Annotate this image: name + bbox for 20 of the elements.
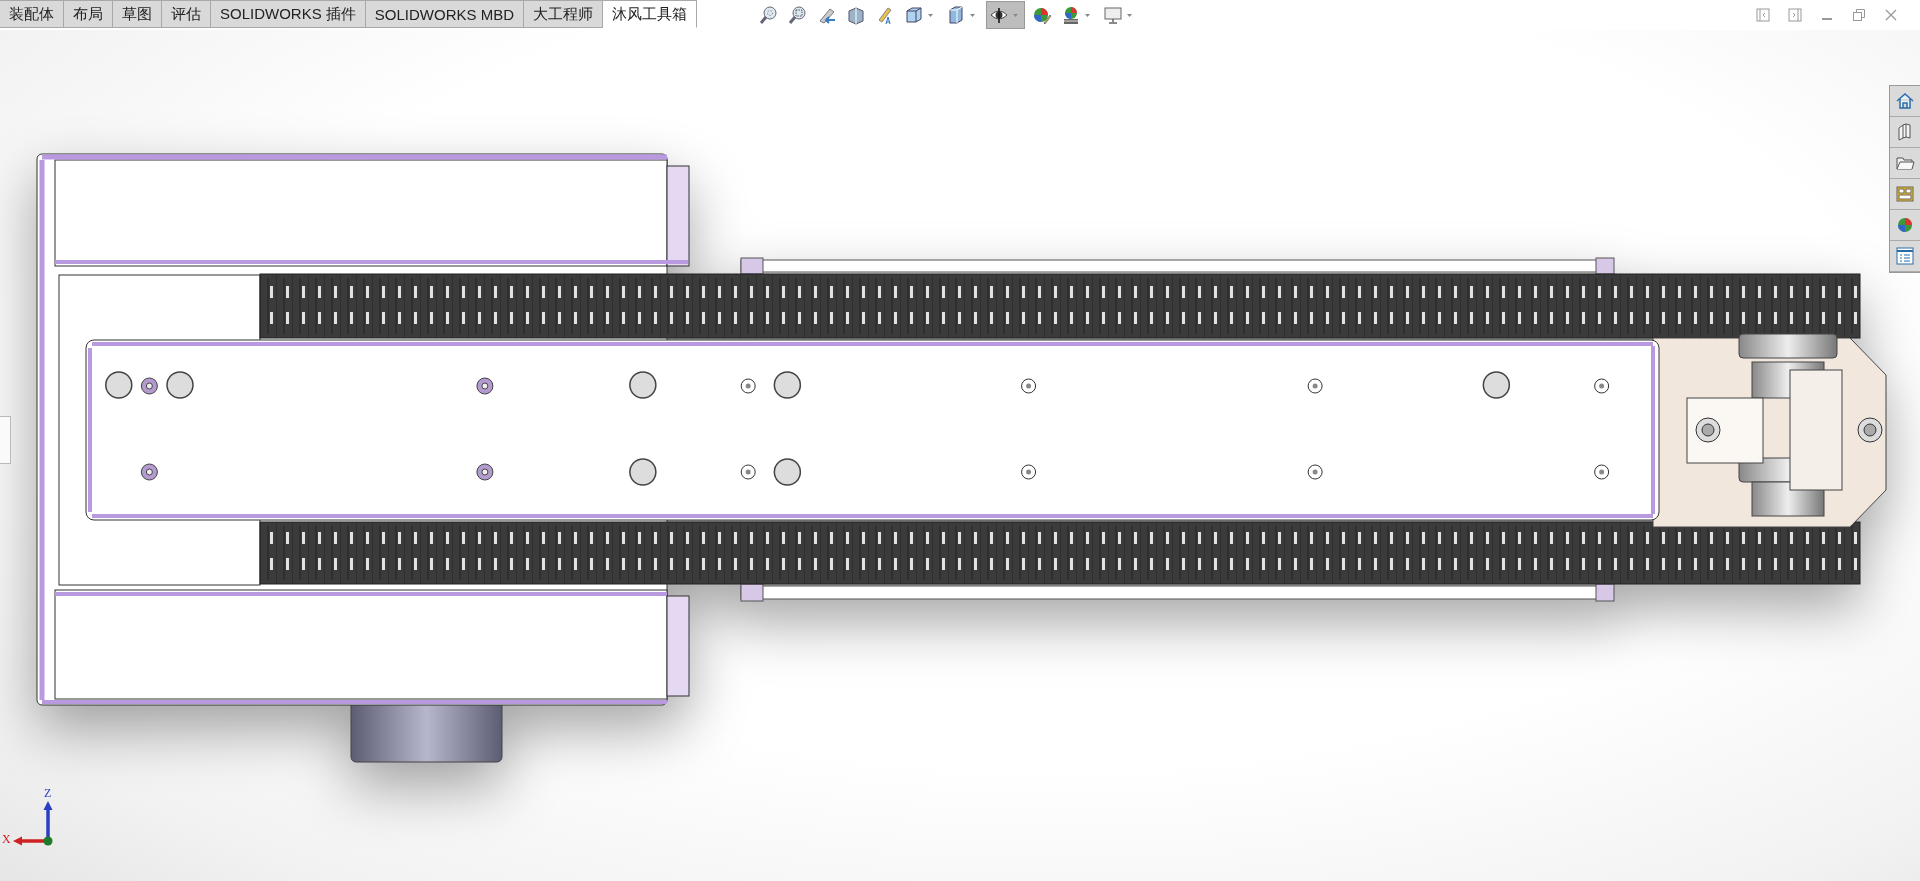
ribbon-tab[interactable]: 沐风工具箱 (603, 0, 698, 28)
dock-right-icon[interactable] (1788, 8, 1802, 22)
z-axis-label: Z (44, 786, 52, 801)
tool-button[interactable] (986, 1, 1026, 29)
close-icon[interactable] (1884, 8, 1898, 22)
ribbon-tab[interactable]: 大工程师 (524, 0, 604, 28)
monitor-icon[interactable] (1103, 5, 1124, 25)
origin-dot-icon (43, 836, 53, 846)
dock-left-icon[interactable] (1756, 8, 1770, 22)
cube-icon[interactable] (904, 5, 925, 25)
ribbon-tab[interactable]: SOLIDWORKS MBD (365, 0, 525, 28)
ribbon-tab[interactable]: 评估 (162, 0, 211, 28)
eye-icon[interactable] (989, 5, 1010, 25)
ribbon-tab[interactable]: 草图 (113, 0, 162, 28)
restore-icon[interactable] (1852, 8, 1866, 22)
ribbon-tab[interactable]: 装配体 (0, 0, 64, 28)
panel-collapse-handle[interactable] (0, 416, 11, 464)
x-axis-label: X (2, 832, 11, 847)
ribbon-tab[interactable]: 布局 (64, 0, 113, 28)
ribbon-tab[interactable]: SOLIDWORKS 插件 (211, 0, 366, 28)
